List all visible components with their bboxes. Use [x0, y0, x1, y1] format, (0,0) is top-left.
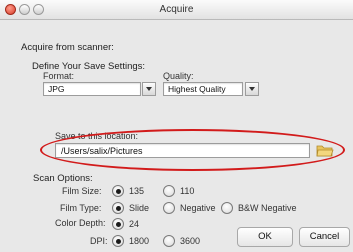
- film-type-label: Film Type:: [60, 203, 102, 213]
- film-type-slide-label: Slide: [129, 203, 150, 213]
- film-size-110-radio[interactable]: [163, 185, 175, 197]
- film-type-negative-radio[interactable]: [163, 202, 175, 214]
- chevron-down-icon: [249, 87, 255, 91]
- dpi-1800-label: 1800: [129, 236, 150, 246]
- film-type-slide-radio[interactable]: [112, 202, 124, 214]
- color-depth-24-label: 24: [129, 219, 140, 229]
- quality-label: Quality:: [163, 71, 194, 81]
- format-label: Format:: [43, 71, 75, 81]
- quality-select[interactable]: Highest Quality: [163, 82, 243, 96]
- format-value: JPG: [48, 84, 65, 94]
- acquire-heading: Acquire from scanner:: [21, 42, 114, 53]
- color-depth-label: Color Depth:: [55, 218, 106, 228]
- format-select[interactable]: JPG: [43, 82, 141, 96]
- scan-options-heading: Scan Options:: [33, 173, 93, 184]
- dpi-1800-radio[interactable]: [112, 235, 124, 247]
- format-dropdown-button[interactable]: [142, 82, 156, 96]
- film-type-bw-negative-radio[interactable]: [221, 202, 233, 214]
- dpi-label: DPI:: [90, 236, 108, 246]
- quality-value: Highest Quality: [168, 84, 226, 94]
- ok-button[interactable]: OK: [237, 227, 293, 247]
- dpi-3600-label: 3600: [180, 236, 201, 246]
- cancel-button[interactable]: Cancel: [299, 227, 350, 247]
- highlight-ring: [40, 129, 345, 171]
- chevron-down-icon: [146, 87, 152, 91]
- film-size-label: Film Size:: [62, 186, 102, 196]
- title-bar: Acquire: [0, 0, 353, 20]
- film-size-135-radio[interactable]: [112, 185, 124, 197]
- color-depth-24-radio[interactable]: [112, 218, 124, 230]
- window-title: Acquire: [159, 4, 194, 15]
- quality-dropdown-button[interactable]: [245, 82, 259, 96]
- film-size-135-label: 135: [129, 186, 145, 196]
- dpi-3600-radio[interactable]: [163, 235, 175, 247]
- film-size-110-label: 110: [180, 186, 195, 196]
- film-type-negative-label: Negative: [180, 203, 216, 213]
- film-type-bw-negative-label: B&W Negative: [238, 203, 297, 213]
